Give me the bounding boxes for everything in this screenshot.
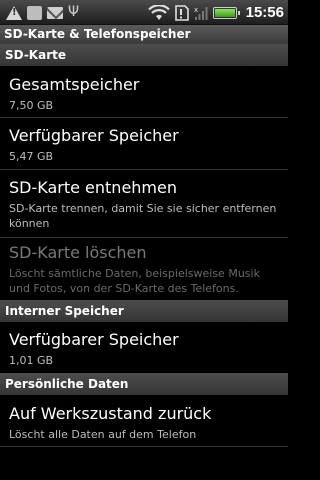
clock: 15:56 <box>245 4 284 21</box>
notification-icons: ! Ψ <box>6 4 79 21</box>
battery-icon <box>212 6 240 19</box>
page-title: SD-Karte & Telefonspeicher <box>0 25 288 44</box>
item-title: Auf Werkszustand zurück <box>9 404 212 423</box>
item-summary: Löscht sämtliche Daten, beispielsweise M… <box>9 267 260 295</box>
wifi-icon <box>147 4 170 20</box>
svg-text:x: x <box>194 6 198 14</box>
total-storage-item: Gesamtspeicher 7,50 GB <box>0 75 288 113</box>
available-internal-storage-item: Verfügbarer Speicher 1,01 GB <box>0 330 288 368</box>
item-summary: 1,01 GB <box>9 354 54 367</box>
format-sd-card-item: SD-Karte löschen Löscht sämtliche Daten,… <box>0 243 288 296</box>
item-summary: 5,47 GB <box>9 150 54 163</box>
signal-icon: x <box>194 6 208 20</box>
section-header-sd-card: SD-Karte <box>0 44 288 66</box>
item-title: SD-Karte entnehmen <box>9 178 177 197</box>
item-title: SD-Karte löschen <box>9 243 147 262</box>
factory-reset-item[interactable]: Auf Werkszustand zurück Löscht alle Date… <box>0 404 288 442</box>
divider <box>0 446 288 447</box>
item-summary: 7,50 GB <box>9 99 54 112</box>
section-header-personal-data: Persönliche Daten <box>0 373 288 395</box>
available-sd-storage-item: Verfügbarer Speicher 5,47 GB <box>0 126 288 164</box>
unmount-sd-card-item[interactable]: SD-Karte entnehmen SD-Karte trennen, dam… <box>0 178 288 231</box>
warning-icon: ! <box>6 5 22 20</box>
status-bar[interactable]: ! Ψ x 15:56 <box>0 0 288 25</box>
item-title: Verfügbarer Speicher <box>9 330 179 349</box>
item-summary: Löscht alle Daten auf dem Telefon <box>9 428 197 441</box>
item-summary: SD-Karte trennen, damit Sie sie sicher e… <box>9 202 277 230</box>
divider <box>0 117 288 118</box>
section-header-internal-storage: Interner Speicher <box>0 300 288 322</box>
item-title: Verfügbarer Speicher <box>9 126 179 145</box>
divider <box>0 237 288 238</box>
mail-icon <box>47 6 63 19</box>
item-title: Gesamtspeicher <box>9 75 140 94</box>
sim-icon <box>174 4 189 21</box>
system-icons: x 15:56 <box>147 3 284 22</box>
usb-icon: Ψ <box>68 4 80 20</box>
box-icon <box>27 5 42 20</box>
divider <box>0 169 288 170</box>
